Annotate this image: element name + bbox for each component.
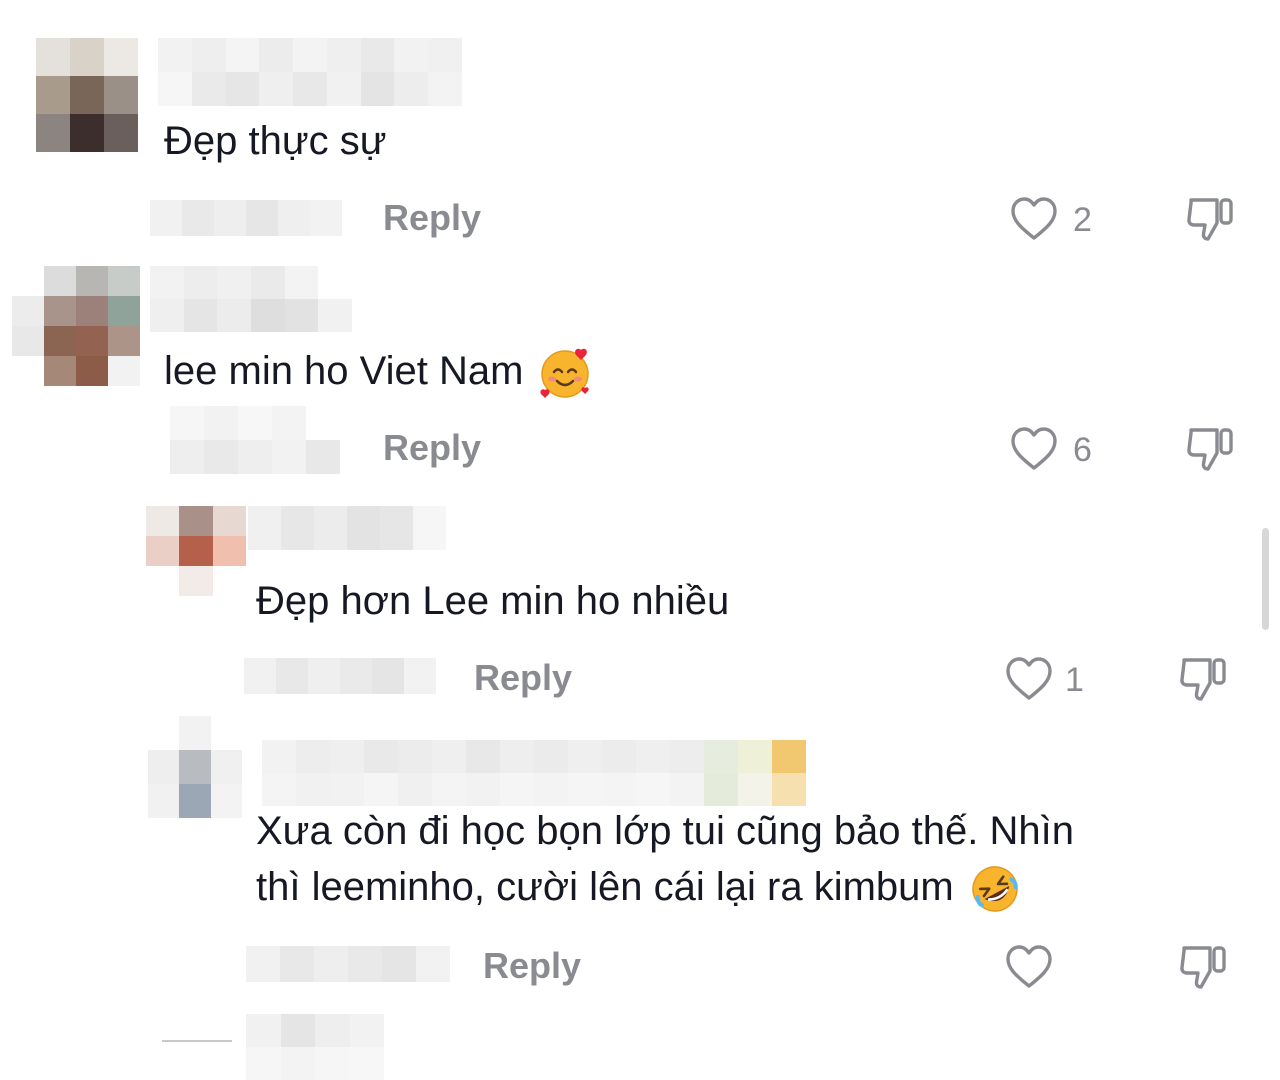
username-blurred[interactable] — [158, 38, 462, 106]
reply-button[interactable]: Reply — [383, 426, 481, 470]
thumbs-down-icon[interactable] — [1184, 194, 1236, 244]
thumbs-down-icon[interactable] — [1177, 654, 1229, 704]
like-count: 1 — [1065, 661, 1084, 699]
avatar[interactable] — [36, 38, 138, 152]
rolling-on-floor-laughing-icon — [971, 866, 1018, 913]
reply-button[interactable]: Reply — [383, 196, 481, 240]
comment-text: Đẹp thực sự — [164, 119, 387, 163]
like-count: 2 — [1073, 201, 1092, 239]
scrollbar[interactable] — [1262, 528, 1269, 630]
timestamp-blurred — [246, 946, 450, 982]
timestamp-blurred — [170, 406, 340, 474]
heart-icon[interactable] — [1005, 656, 1053, 702]
reply-button[interactable]: Reply — [483, 944, 581, 988]
comment-text: Đẹp hơn Lee min ho nhiều — [256, 579, 730, 623]
comment-text-content: thì leeminho, cười lên cái lại ra kimbum — [256, 865, 954, 909]
avatar[interactable] — [146, 506, 246, 596]
timestamp-blurred — [244, 658, 436, 694]
username-blurred[interactable] — [150, 266, 352, 332]
comment-text: lee min ho Viet Nam — [164, 343, 593, 400]
view-replies-divider — [162, 1040, 232, 1042]
username-blurred[interactable] — [262, 740, 806, 806]
comment-text-content: lee min ho Viet Nam — [164, 349, 524, 393]
avatar[interactable] — [148, 716, 242, 818]
like-count: 6 — [1073, 431, 1092, 469]
heart-icon[interactable] — [1010, 426, 1058, 472]
username-blurred[interactable] — [248, 506, 446, 550]
view-replies-blurred[interactable] — [246, 1014, 384, 1080]
heart-icon[interactable] — [1010, 196, 1058, 242]
comment-text-line2: thì leeminho, cười lên cái lại ra kimbum — [256, 859, 1022, 916]
heart-icon[interactable] — [1005, 944, 1053, 990]
thumbs-down-icon[interactable] — [1184, 424, 1236, 474]
timestamp-blurred — [150, 200, 342, 236]
comment-text-line1: Xưa còn đi học bọn lớp tui cũng bảo thế.… — [256, 809, 1074, 853]
reply-button[interactable]: Reply — [474, 656, 572, 700]
thumbs-down-icon[interactable] — [1177, 942, 1229, 992]
smiling-face-with-hearts-icon — [540, 349, 590, 399]
avatar[interactable] — [12, 266, 140, 386]
